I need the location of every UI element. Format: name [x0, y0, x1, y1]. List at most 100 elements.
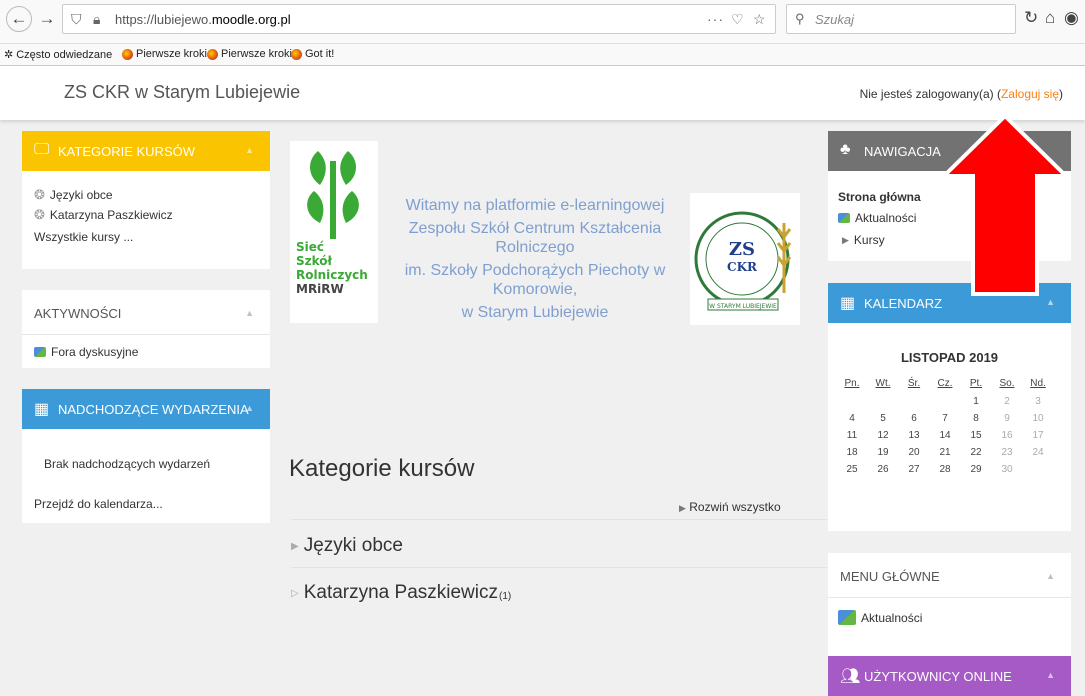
bookmark-item[interactable]: ✲ Często odwiedzane — [4, 48, 112, 62]
course-count: (1) — [499, 590, 512, 602]
bookmark-item[interactable]: Pierwsze kroki — [207, 48, 292, 60]
calendar-weekday: So. — [999, 378, 1015, 389]
main-menu-item[interactable]: Aktualności — [838, 610, 922, 625]
nav-courses[interactable]: ▶ Kursy — [842, 233, 885, 247]
star-icon[interactable]: ☆ — [753, 11, 766, 28]
collapse-icon[interactable]: ▲ — [1046, 571, 1055, 581]
calendar-day[interactable]: 8 — [966, 413, 986, 424]
calendar-day[interactable]: 25 — [842, 464, 862, 475]
firefox-icon — [207, 48, 218, 60]
calendar-day[interactable]: 30 — [997, 464, 1017, 475]
calendar-day[interactable]: 15 — [966, 430, 986, 441]
reload-icon[interactable]: ↻ — [1024, 8, 1038, 28]
calendar-day[interactable]: 24 — [1028, 447, 1048, 458]
calendar-day[interactable]: 1 — [966, 396, 986, 407]
bookmark-label: Pierwsze kroki — [221, 48, 292, 60]
welcome-line: Zespołu Szkół Centrum Kształcenia Rolnic… — [408, 220, 662, 256]
calendar-day[interactable]: 17 — [1028, 430, 1048, 441]
bookmark-item[interactable]: Pierwsze kroki — [122, 48, 207, 60]
collapse-icon[interactable]: ▲ — [245, 308, 254, 318]
calendar-weekday: Pn. — [844, 378, 860, 389]
forward-button[interactable]: → — [34, 6, 60, 32]
login-link[interactable]: Zaloguj się — [1001, 87, 1059, 101]
calendar-day[interactable]: 7 — [935, 413, 955, 424]
category-item[interactable]: ❂ Katarzyna Paszkiewicz — [34, 207, 173, 223]
site-header: ZS CKR w Starym Lubiejewie Nie jesteś za… — [0, 66, 1085, 120]
course-category-item[interactable]: ▶ Języki obce — [291, 535, 403, 557]
calendar-day[interactable]: 9 — [997, 413, 1017, 424]
collapse-icon[interactable]: ▲ — [1046, 670, 1055, 680]
back-button[interactable]: ← — [6, 6, 32, 32]
browser-toolbar: ← → ⛉ 🔒︎ https://lubiejewo.moodle.org.pl… — [0, 0, 1085, 44]
calendar-day[interactable]: 16 — [997, 430, 1017, 441]
calendar-day[interactable]: 18 — [842, 447, 862, 458]
activity-item[interactable]: Fora dyskusyjne — [34, 345, 138, 359]
home-icon[interactable]: ⌂ — [1045, 8, 1055, 28]
calendar-day[interactable]: 14 — [935, 430, 955, 441]
goto-calendar-link[interactable]: Przejdź do kalendarza... — [34, 497, 163, 511]
forum-icon — [838, 610, 856, 625]
calendar-day[interactable]: 20 — [904, 447, 924, 458]
calendar-day[interactable]: 22 — [966, 447, 986, 458]
category-item[interactable]: ❂ Języki obce — [34, 187, 113, 203]
url-text: https://lubiejewo.moodle.org.pl — [115, 12, 291, 27]
calendar-icon: ▦ — [34, 401, 50, 418]
activity-label: Fora dyskusyjne — [51, 345, 139, 359]
site-name[interactable]: ZS CKR w Starym Lubiejewie — [64, 82, 300, 103]
calendar-day[interactable]: 4 — [842, 413, 862, 424]
calendar-day[interactable]: 28 — [935, 464, 955, 475]
calendar-weekday: Śr. — [907, 378, 921, 389]
logo-text-1: Sieć — [296, 240, 324, 254]
logo-text-2: Szkół — [296, 254, 333, 268]
nav-news[interactable]: Aktualności — [838, 211, 916, 225]
course-category-label: Języki obce — [303, 535, 403, 556]
three-dots-icon[interactable]: ··· — [707, 11, 724, 27]
calendar-icon: ▦ — [840, 295, 856, 312]
bookmarks-bar: ✲ Często odwiedzane Pierwsze kroki Pierws… — [0, 44, 1085, 66]
main-menu-block-header[interactable]: MENU GŁÓWNE ▲ — [828, 553, 1071, 597]
url-bar[interactable]: ⛉ 🔒︎ https://lubiejewo.moodle.org.pl ···… — [62, 4, 776, 34]
calendar-day[interactable]: 13 — [904, 430, 924, 441]
welcome-text: Witamy na platformie e-learningowej Zesp… — [385, 196, 685, 326]
block-title: KATEGORIE KURSÓW — [58, 144, 195, 159]
url-domain: moodle.org.pl — [211, 12, 291, 27]
collapse-icon[interactable]: ▲ — [245, 145, 254, 155]
calendar-day[interactable]: 27 — [904, 464, 924, 475]
events-block-header[interactable]: ▦ NADCHODZĄCE WYDARZENIA ▲ — [22, 389, 270, 429]
forum-icon — [34, 347, 46, 357]
expand-all-link[interactable]: ▶ Rozwiń wszystko — [679, 500, 781, 514]
nav-home[interactable]: Strona główna — [838, 190, 921, 204]
calendar-day[interactable]: 21 — [935, 447, 955, 458]
calendar-day[interactable]: 19 — [873, 447, 893, 458]
calendar-day[interactable]: 23 — [997, 447, 1017, 458]
arrow-left-icon: ← — [10, 9, 28, 28]
block-title: UŻYTKOWNICY ONLINE — [864, 669, 1012, 684]
online-users-block: 👥︎ UŻYTKOWNICY ONLINE ▲ — [828, 656, 1071, 696]
activities-block-header[interactable]: AKTYWNOŚCI ▲ — [22, 290, 270, 334]
calendar-day[interactable]: 12 — [873, 430, 893, 441]
all-courses-link[interactable]: Wszystkie kursy ... — [34, 230, 133, 244]
bookmark-item[interactable]: Got it! — [291, 48, 334, 60]
school-logo: ZS CKR W STARYM LUBIEJEWIE — [690, 193, 800, 325]
calendar-day[interactable]: 3 — [1028, 396, 1048, 407]
calendar-day[interactable]: 10 — [1028, 413, 1048, 424]
calendar-day[interactable]: 11 — [842, 430, 862, 441]
online-users-block-header[interactable]: 👥︎ UŻYTKOWNICY ONLINE ▲ — [828, 656, 1071, 696]
search-bar[interactable]: ⚲ Szukaj — [786, 4, 1016, 34]
calendar-day[interactable]: 26 — [873, 464, 893, 475]
calendar-day[interactable]: 5 — [873, 413, 893, 424]
events-block: ▦ NADCHODZĄCE WYDARZENIA ▲ Brak nadchodz… — [22, 389, 270, 523]
calendar-day[interactable]: 6 — [904, 413, 924, 424]
login-info: Nie jesteś zalogowany(a) (Zaloguj się) — [860, 87, 1063, 101]
all-courses-label: Wszystkie kursy ... — [34, 230, 134, 244]
pocket-icon[interactable]: ♡ — [731, 11, 744, 28]
calendar-day[interactable]: 2 — [997, 396, 1017, 407]
calendar-weekday: Cz. — [937, 378, 953, 389]
course-category-item[interactable]: ▷ Katarzyna Paszkiewicz (1) — [291, 582, 511, 604]
categories-block-header[interactable]: 🖵 KATEGORIE KURSÓW ▲ — [22, 131, 270, 171]
account-icon[interactable]: ◉ — [1064, 8, 1079, 28]
categories-block: 🖵 KATEGORIE KURSÓW ▲ ❂ Języki obce ❂ Katar… — [22, 131, 270, 269]
collapse-icon[interactable]: ▲ — [245, 403, 254, 413]
calendar-day[interactable]: 29 — [966, 464, 986, 475]
collapse-icon[interactable]: ▲ — [1046, 297, 1055, 307]
